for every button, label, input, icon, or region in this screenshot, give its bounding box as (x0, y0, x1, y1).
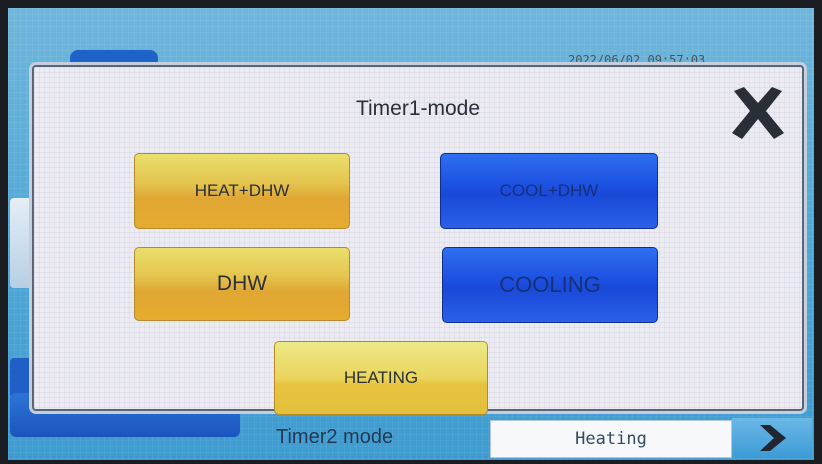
timer2-mode-value-text: Heating (575, 429, 647, 449)
heating-button[interactable]: HEATING (274, 341, 488, 415)
heat-dhw-button[interactable]: HEAT+DHW (134, 153, 350, 229)
dialog-title: Timer1-mode (355, 97, 481, 120)
timer1-mode-dialog: Timer1-mode HEAT+DHW COOL+DHW DHW COOLIN… (32, 65, 804, 415)
chevron-right-icon (760, 425, 786, 451)
close-icon (732, 87, 784, 139)
timer2-mode-value[interactable]: Heating (490, 420, 732, 458)
next-button[interactable] (732, 418, 812, 458)
cool-dhw-button[interactable]: COOL+DHW (440, 153, 658, 229)
cooling-label: COOLING (499, 272, 601, 297)
touch-screen: 2022/06/02 09:57:03 Timer1-mode HEAT+DHW… (8, 8, 814, 460)
cool-dhw-label: COOL+DHW (499, 181, 599, 200)
cooling-button[interactable]: COOLING (442, 247, 658, 323)
timer2-mode-label: Timer2 mode (276, 426, 394, 448)
close-button[interactable] (728, 83, 788, 143)
heating-label: HEATING (343, 368, 419, 387)
dhw-label: DHW (216, 272, 268, 295)
dhw-button[interactable]: DHW (134, 247, 350, 321)
heat-dhw-label: HEAT+DHW (194, 181, 290, 200)
